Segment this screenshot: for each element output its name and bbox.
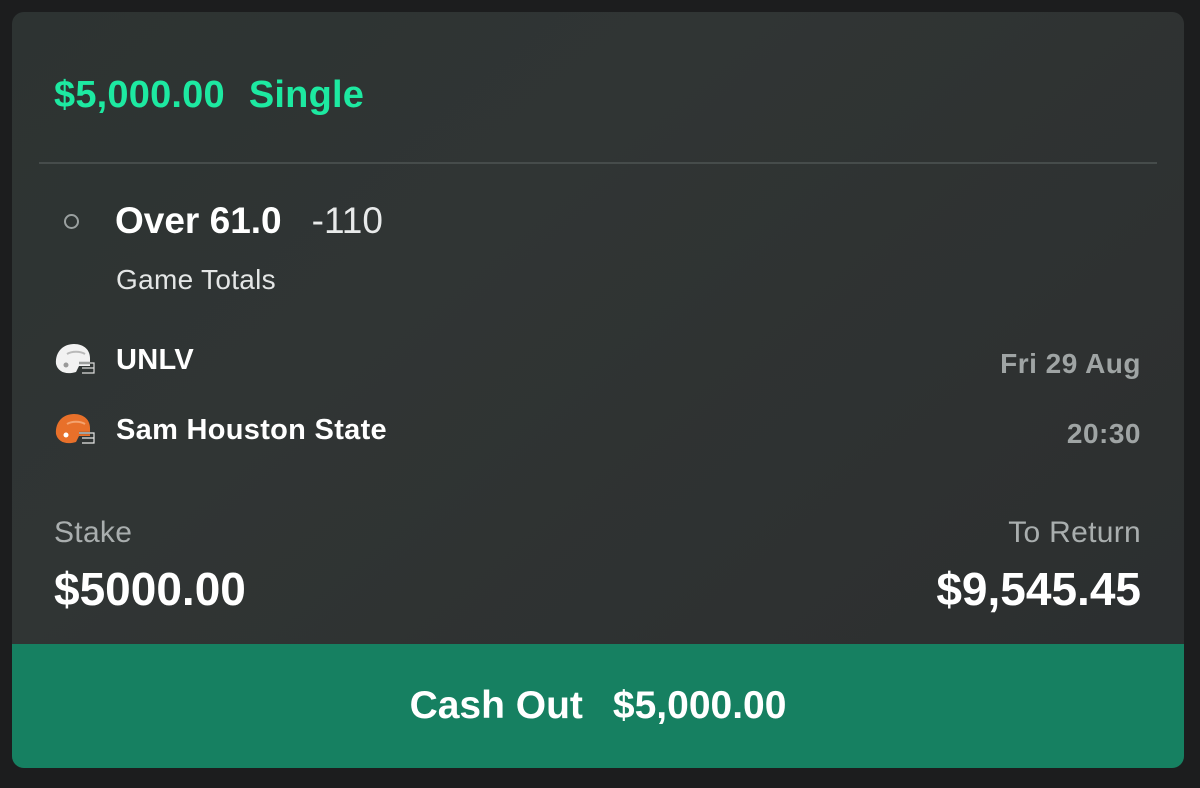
cash-out-label: Cash Out	[409, 684, 583, 727]
radio-circle-icon	[64, 213, 79, 229]
stake-label: Stake	[54, 516, 133, 549]
to-return-value: $9,545.45	[936, 563, 1141, 615]
football-helmet-icon	[55, 414, 96, 445]
home-team-name: UNLV	[116, 343, 194, 376]
selection-odds: -110	[311, 200, 383, 241]
home-team-row: UNLV	[52, 340, 194, 380]
header-divider	[39, 162, 1157, 164]
event-date: Fri 29 Aug	[1000, 348, 1141, 379]
cash-out-amount: $5,000.00	[612, 684, 787, 727]
stake-value: $5000.00	[54, 563, 246, 615]
bet-stake-amount: $5,000.00	[54, 73, 225, 116]
market-name: Game Totals	[116, 264, 276, 295]
bet-card: $5,000.00 Single Over 61.0 -110 Game Tot…	[12, 12, 1184, 768]
event-time: 20:30	[1066, 418, 1141, 449]
selection-name: Over 61.0	[115, 200, 282, 241]
bet-type: Single	[248, 73, 365, 116]
selection-row: Over 61.0 -110	[64, 198, 383, 244]
football-helmet-icon	[55, 344, 96, 375]
to-return-label: To Return	[1008, 516, 1141, 549]
away-team-row: Sam Houston State	[52, 410, 387, 450]
cash-out-button[interactable]: Cash Out $5,000.00	[12, 644, 1184, 768]
away-team-name: Sam Houston State	[116, 413, 387, 446]
bet-header: $5,000.00 Single	[54, 70, 364, 120]
